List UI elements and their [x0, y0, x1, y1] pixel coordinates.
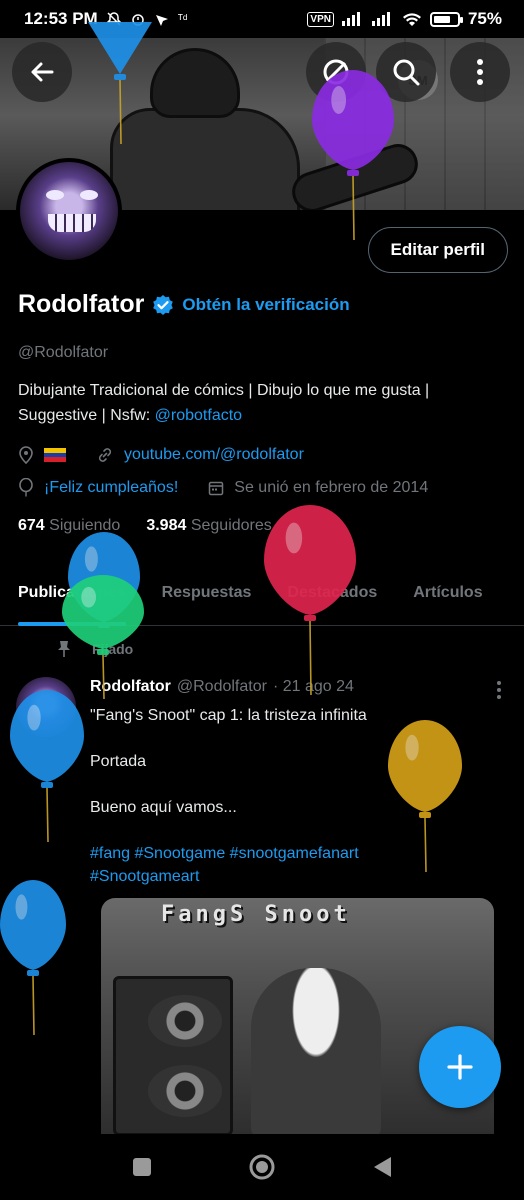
location-icon	[155, 15, 168, 26]
image-amplifier	[113, 976, 233, 1134]
avatar-eye	[80, 190, 98, 200]
balloon-decoration	[388, 720, 462, 872]
balloon-decoration	[312, 70, 394, 240]
name-row: Rodolfator Obtén la verificación	[18, 290, 350, 319]
bio-mention-link[interactable]: @robotfacto	[155, 407, 242, 424]
wifi-icon	[402, 13, 421, 26]
arrow-left-icon	[31, 62, 54, 82]
status-time: 12:53 PM	[24, 9, 98, 28]
profile-bio: Dibujante Tradicional de cómics | Dibujo…	[18, 378, 508, 428]
tab-articulos[interactable]: Artículos	[395, 560, 500, 626]
link-icon	[98, 448, 112, 462]
avatar-eye	[46, 190, 64, 200]
birthday-link[interactable]: ¡Feliz cumpleaños!	[44, 479, 178, 497]
search-icon	[393, 59, 420, 86]
balloon-decoration	[264, 505, 356, 695]
status-bar: 12:53 PM ᵀᵈ VPN 75%	[0, 0, 524, 38]
profile-website-link[interactable]: youtube.com/@rodolfator	[124, 446, 304, 464]
post-handle: @Rodolfator	[176, 678, 267, 695]
status-extra: ᵀᵈ	[177, 12, 188, 26]
more-options-button[interactable]	[450, 42, 510, 102]
back-button[interactable]	[12, 42, 72, 102]
follow-stats: 674 Siguiendo 3.984 Seguidores	[18, 517, 272, 535]
more-vertical-icon	[477, 59, 483, 85]
balloon-decoration	[62, 575, 144, 699]
profile-avatar[interactable]	[16, 158, 122, 264]
system-nav-bar	[0, 1134, 524, 1200]
tab-respuestas[interactable]: Respuestas	[144, 560, 270, 626]
recents-square-icon[interactable]	[131, 1156, 153, 1178]
get-verified-link[interactable]: Obtén la verificación	[182, 295, 349, 315]
profile-name: Rodolfator	[18, 290, 145, 318]
banner-figure-head	[150, 48, 240, 118]
calendar-icon	[209, 481, 224, 496]
avatar-teeth	[48, 214, 96, 232]
followers-label: Seguidores	[190, 517, 272, 534]
image-speaker	[148, 995, 222, 1047]
profile-meta-location: youtube.com/@rodolfator	[18, 446, 304, 464]
image-speaker	[148, 1065, 222, 1117]
venezuela-flag-icon	[44, 448, 66, 463]
battery-icon	[429, 11, 463, 27]
home-circle-icon[interactable]	[247, 1152, 277, 1182]
joined-date: Se unió en febrero de 2014	[234, 479, 429, 496]
signal-icon	[341, 12, 360, 26]
signal-icon	[371, 12, 390, 26]
verified-badge-icon[interactable]	[152, 294, 174, 316]
vpn-badge: VPN	[307, 11, 334, 27]
following-count: 674	[18, 517, 45, 534]
balloon-decoration	[88, 22, 152, 144]
more-vertical-icon[interactable]	[496, 680, 502, 700]
profile-meta-dates: ¡Feliz cumpleaños! Se unió en febrero de…	[18, 478, 428, 498]
followers-count: 3.984	[146, 517, 187, 534]
location-pin-icon	[19, 446, 33, 464]
balloon-decoration	[0, 880, 66, 1035]
battery-percent: 75%	[467, 9, 502, 28]
image-character	[251, 968, 381, 1134]
post-image-title: FangS Snoot	[161, 902, 351, 927]
compose-button[interactable]	[419, 1026, 501, 1108]
profile-handle: @Rodolfator	[18, 344, 109, 361]
balloon-decoration	[10, 690, 84, 842]
back-triangle-icon[interactable]	[371, 1155, 393, 1179]
balloon-icon	[19, 478, 33, 497]
followers-link[interactable]: 3.984 Seguidores	[146, 517, 271, 535]
plus-icon	[447, 1054, 473, 1080]
